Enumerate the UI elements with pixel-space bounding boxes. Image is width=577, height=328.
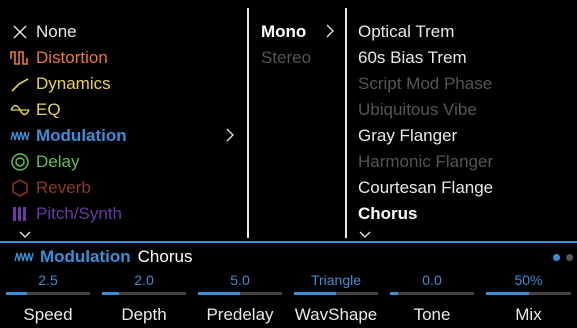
model-item-selected[interactable]: Chorus xyxy=(358,204,418,224)
param-wavshape[interactable]: Triangle WavShape xyxy=(288,272,384,328)
param-value: 2.0 xyxy=(134,272,154,288)
category-label: Modulation xyxy=(36,126,127,145)
param-label: Mix xyxy=(515,305,542,324)
status-category: Modulation xyxy=(40,247,131,266)
chevron-right-icon xyxy=(321,22,339,40)
param-slider-track[interactable] xyxy=(102,292,186,295)
reverb-icon xyxy=(10,178,30,198)
param-slider-track[interactable] xyxy=(294,292,378,295)
mode-list: Mono Stereo xyxy=(249,0,345,240)
category-item-modulation[interactable]: Modulation xyxy=(10,124,127,148)
pitch-synth-icon xyxy=(10,204,30,224)
status-title: Modulation Chorus xyxy=(14,246,192,268)
param-value: 0.0 xyxy=(422,272,442,288)
param-slider-fill xyxy=(390,292,399,295)
param-slider-track[interactable] xyxy=(390,292,474,295)
param-speed[interactable]: 2.5 Speed xyxy=(0,272,96,328)
category-item-dynamics[interactable]: Dynamics xyxy=(10,72,111,96)
status-divider xyxy=(0,241,577,243)
category-item-none[interactable]: None xyxy=(10,20,77,44)
param-slider-fill xyxy=(102,292,119,295)
param-slider-track[interactable] xyxy=(486,292,571,295)
chevron-down-icon[interactable] xyxy=(358,227,372,238)
category-item-distortion[interactable]: Distortion xyxy=(10,46,108,70)
param-label: Predelay xyxy=(206,305,274,324)
mode-item-stereo[interactable]: Stereo xyxy=(261,48,311,68)
model-item[interactable]: Courtesan Flange xyxy=(358,178,493,198)
param-label: Speed xyxy=(23,305,73,324)
param-slider-fill xyxy=(486,292,529,295)
param-value: 5.0 xyxy=(230,272,250,288)
status-model: Chorus xyxy=(137,247,193,266)
model-item[interactable]: Ubiquitous Vibe xyxy=(358,100,477,120)
category-label: EQ xyxy=(36,100,61,119)
param-predelay[interactable]: 5.0 Predelay xyxy=(192,272,288,328)
category-label: Distortion xyxy=(36,48,108,67)
param-slider-fill xyxy=(6,292,27,295)
param-slider-track[interactable] xyxy=(6,292,90,295)
param-label: Tone xyxy=(413,305,451,324)
close-icon xyxy=(10,22,30,42)
param-mix[interactable]: 50% Mix xyxy=(480,272,577,328)
distortion-icon xyxy=(10,48,30,68)
param-label: Depth xyxy=(121,305,167,324)
param-value: 50% xyxy=(514,272,543,288)
eq-icon xyxy=(10,100,30,120)
param-value: 2.5 xyxy=(38,272,58,288)
param-tone[interactable]: 0.0 Tone xyxy=(384,272,480,328)
model-item[interactable]: Optical Trem xyxy=(358,22,454,42)
model-item[interactable]: Script Mod Phase xyxy=(358,74,492,94)
param-depth[interactable]: 2.0 Depth xyxy=(96,272,192,328)
chevron-down-icon[interactable] xyxy=(18,227,32,238)
model-list: Optical Trem 60s Bias Trem Script Mod Ph… xyxy=(347,0,577,240)
param-value: Triangle xyxy=(310,272,362,288)
delay-icon xyxy=(10,152,30,172)
page-indicator-dot-active xyxy=(553,254,560,261)
category-label: Dynamics xyxy=(36,74,111,93)
dynamics-icon xyxy=(10,74,30,94)
category-item-pitch-synth[interactable]: Pitch/Synth xyxy=(10,202,122,226)
param-slider-fill xyxy=(198,292,240,295)
category-item-eq[interactable]: EQ xyxy=(10,98,61,122)
mode-item-mono[interactable]: Mono xyxy=(261,22,306,42)
model-item[interactable]: 60s Bias Trem xyxy=(358,48,467,68)
page-indicator-dot xyxy=(566,254,573,261)
category-label: Pitch/Synth xyxy=(36,204,122,223)
category-label: None xyxy=(36,22,77,41)
model-item[interactable]: Gray Flanger xyxy=(358,126,457,146)
param-slider-track[interactable] xyxy=(198,292,282,295)
category-list: None Distortion Dynamics EQ Modulation D… xyxy=(0,0,247,240)
modulation-icon xyxy=(14,248,34,266)
param-label: WavShape xyxy=(294,305,378,324)
category-label: Delay xyxy=(36,152,80,171)
category-item-reverb[interactable]: Reverb xyxy=(10,176,91,200)
category-item-delay[interactable]: Delay xyxy=(10,150,79,174)
modulation-icon xyxy=(10,126,30,146)
chevron-right-icon xyxy=(221,126,239,144)
model-item[interactable]: Harmonic Flanger xyxy=(358,152,493,172)
param-slider-fill xyxy=(294,292,336,295)
category-label: Reverb xyxy=(36,178,91,197)
